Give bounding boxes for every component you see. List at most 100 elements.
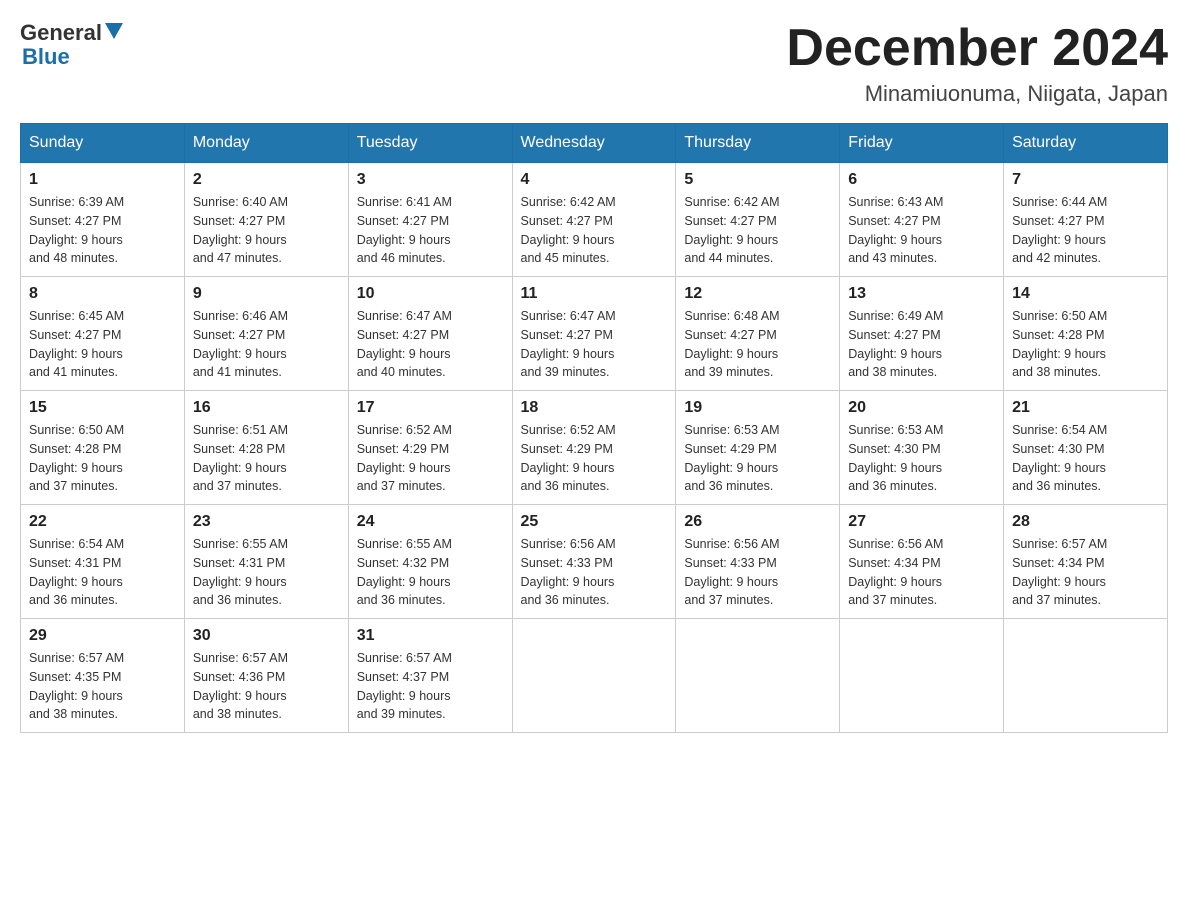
day-info: Sunrise: 6:52 AMSunset: 4:29 PMDaylight:…: [357, 421, 504, 496]
calendar-cell: 30Sunrise: 6:57 AMSunset: 4:36 PMDayligh…: [184, 619, 348, 733]
col-thursday: Thursday: [676, 124, 840, 163]
day-info: Sunrise: 6:43 AMSunset: 4:27 PMDaylight:…: [848, 193, 995, 268]
month-title: December 2024: [786, 20, 1168, 77]
day-info: Sunrise: 6:50 AMSunset: 4:28 PMDaylight:…: [29, 421, 176, 496]
page-header: General Blue December 2024 Minamiuonuma,…: [20, 20, 1168, 107]
calendar-cell: 5 Sunrise: 6:42 AMSunset: 4:27 PMDaylight…: [676, 163, 840, 277]
col-monday: Monday: [184, 124, 348, 163]
day-info: Sunrise: 6:42 AMSunset: 4:27 PMDaylight:…: [521, 193, 668, 268]
day-number: 8: [29, 285, 176, 303]
day-info: Sunrise: 6:44 AMSunset: 4:27 PMDaylight:…: [1012, 193, 1159, 268]
calendar-cell: [840, 619, 1004, 733]
col-friday: Friday: [840, 124, 1004, 163]
day-info: Sunrise: 6:53 AMSunset: 4:30 PMDaylight:…: [848, 421, 995, 496]
day-number: 31: [357, 627, 504, 645]
day-number: 23: [193, 513, 340, 531]
day-info: Sunrise: 6:42 AMSunset: 4:27 PMDaylight:…: [684, 193, 831, 268]
col-wednesday: Wednesday: [512, 124, 676, 163]
calendar-cell: 6Sunrise: 6:43 AMSunset: 4:27 PMDaylight…: [840, 163, 1004, 277]
calendar-cell: 8Sunrise: 6:45 AMSunset: 4:27 PMDaylight…: [21, 277, 185, 391]
calendar-cell: 26 Sunrise: 6:56 AMSunset: 4:33 PMDayligh…: [676, 505, 840, 619]
day-info: Sunrise: 6:49 AMSunset: 4:27 PMDaylight:…: [848, 307, 995, 382]
calendar-cell: 9 Sunrise: 6:46 AMSunset: 4:27 PMDaylight…: [184, 277, 348, 391]
day-info: Sunrise: 6:47 AMSunset: 4:27 PMDaylight:…: [357, 307, 504, 382]
day-info: Sunrise: 6:57 AMSunset: 4:36 PMDaylight:…: [193, 649, 340, 724]
calendar-cell: 21 Sunrise: 6:54 AMSunset: 4:30 PMDayligh…: [1004, 391, 1168, 505]
day-number: 1: [29, 171, 176, 189]
day-number: 7: [1012, 171, 1159, 189]
day-number: 28: [1012, 513, 1159, 531]
day-number: 27: [848, 513, 995, 531]
day-number: 19: [684, 399, 831, 417]
day-number: 29: [29, 627, 176, 645]
day-number: 14: [1012, 285, 1159, 303]
day-number: 4: [521, 171, 668, 189]
calendar-cell: 24 Sunrise: 6:55 AMSunset: 4:32 PMDayligh…: [348, 505, 512, 619]
day-info: Sunrise: 6:56 AMSunset: 4:33 PMDaylight:…: [521, 535, 668, 610]
day-info: Sunrise: 6:41 AMSunset: 4:27 PMDaylight:…: [357, 193, 504, 268]
logo: General Blue: [20, 20, 123, 70]
calendar-week-row: 29 Sunrise: 6:57 AMSunset: 4:35 PMDayligh…: [21, 619, 1168, 733]
day-info: Sunrise: 6:53 AMSunset: 4:29 PMDaylight:…: [684, 421, 831, 496]
day-number: 25: [521, 513, 668, 531]
day-number: 12: [684, 285, 831, 303]
calendar-cell: 19 Sunrise: 6:53 AMSunset: 4:29 PMDayligh…: [676, 391, 840, 505]
col-sunday: Sunday: [21, 124, 185, 163]
title-block: December 2024 Minamiuonuma, Niigata, Jap…: [786, 20, 1168, 107]
day-number: 16: [193, 399, 340, 417]
calendar-cell: 4 Sunrise: 6:42 AMSunset: 4:27 PMDaylight…: [512, 163, 676, 277]
calendar-cell: 25 Sunrise: 6:56 AMSunset: 4:33 PMDayligh…: [512, 505, 676, 619]
day-info: Sunrise: 6:57 AMSunset: 4:34 PMDaylight:…: [1012, 535, 1159, 610]
calendar-cell: 31Sunrise: 6:57 AMSunset: 4:37 PMDayligh…: [348, 619, 512, 733]
day-info: Sunrise: 6:55 AMSunset: 4:32 PMDaylight:…: [357, 535, 504, 610]
calendar-cell: 13 Sunrise: 6:49 AMSunset: 4:27 PMDayligh…: [840, 277, 1004, 391]
day-number: 3: [357, 171, 504, 189]
day-info: Sunrise: 6:56 AMSunset: 4:34 PMDaylight:…: [848, 535, 995, 610]
day-info: Sunrise: 6:50 AMSunset: 4:28 PMDaylight:…: [1012, 307, 1159, 382]
day-number: 13: [848, 285, 995, 303]
day-number: 24: [357, 513, 504, 531]
calendar-cell: [676, 619, 840, 733]
calendar-cell: 20 Sunrise: 6:53 AMSunset: 4:30 PMDayligh…: [840, 391, 1004, 505]
day-number: 22: [29, 513, 176, 531]
day-info: Sunrise: 6:40 AMSunset: 4:27 PMDaylight:…: [193, 193, 340, 268]
day-info: Sunrise: 6:54 AMSunset: 4:30 PMDaylight:…: [1012, 421, 1159, 496]
calendar-cell: 15 Sunrise: 6:50 AMSunset: 4:28 PMDayligh…: [21, 391, 185, 505]
calendar-cell: 28 Sunrise: 6:57 AMSunset: 4:34 PMDayligh…: [1004, 505, 1168, 619]
calendar-cell: 7 Sunrise: 6:44 AMSunset: 4:27 PMDaylight…: [1004, 163, 1168, 277]
calendar-cell: 2Sunrise: 6:40 AMSunset: 4:27 PMDaylight…: [184, 163, 348, 277]
day-number: 5: [684, 171, 831, 189]
calendar-week-row: 15 Sunrise: 6:50 AMSunset: 4:28 PMDayligh…: [21, 391, 1168, 505]
day-number: 17: [357, 399, 504, 417]
calendar-cell: 29 Sunrise: 6:57 AMSunset: 4:35 PMDayligh…: [21, 619, 185, 733]
calendar-cell: 27 Sunrise: 6:56 AMSunset: 4:34 PMDayligh…: [840, 505, 1004, 619]
day-info: Sunrise: 6:57 AMSunset: 4:35 PMDaylight:…: [29, 649, 176, 724]
calendar-cell: [512, 619, 676, 733]
day-number: 26: [684, 513, 831, 531]
calendar-cell: 10 Sunrise: 6:47 AMSunset: 4:27 PMDayligh…: [348, 277, 512, 391]
calendar-cell: 3 Sunrise: 6:41 AMSunset: 4:27 PMDaylight…: [348, 163, 512, 277]
calendar-week-row: 22 Sunrise: 6:54 AMSunset: 4:31 PMDayligh…: [21, 505, 1168, 619]
day-info: Sunrise: 6:46 AMSunset: 4:27 PMDaylight:…: [193, 307, 340, 382]
col-saturday: Saturday: [1004, 124, 1168, 163]
day-info: Sunrise: 6:47 AMSunset: 4:27 PMDaylight:…: [521, 307, 668, 382]
day-number: 10: [357, 285, 504, 303]
day-number: 20: [848, 399, 995, 417]
calendar-week-row: 1Sunrise: 6:39 AMSunset: 4:27 PMDaylight…: [21, 163, 1168, 277]
day-info: Sunrise: 6:54 AMSunset: 4:31 PMDaylight:…: [29, 535, 176, 610]
calendar-week-row: 8Sunrise: 6:45 AMSunset: 4:27 PMDaylight…: [21, 277, 1168, 391]
logo-blue-text: Blue: [22, 44, 123, 70]
col-tuesday: Tuesday: [348, 124, 512, 163]
calendar-header-row: Sunday Monday Tuesday Wednesday Thursday…: [21, 124, 1168, 163]
calendar-cell: [1004, 619, 1168, 733]
day-number: 21: [1012, 399, 1159, 417]
day-number: 15: [29, 399, 176, 417]
calendar-cell: 23Sunrise: 6:55 AMSunset: 4:31 PMDayligh…: [184, 505, 348, 619]
calendar-cell: 17 Sunrise: 6:52 AMSunset: 4:29 PMDayligh…: [348, 391, 512, 505]
day-number: 9: [193, 285, 340, 303]
calendar-cell: 14 Sunrise: 6:50 AMSunset: 4:28 PMDayligh…: [1004, 277, 1168, 391]
day-info: Sunrise: 6:56 AMSunset: 4:33 PMDaylight:…: [684, 535, 831, 610]
calendar-cell: 1Sunrise: 6:39 AMSunset: 4:27 PMDaylight…: [21, 163, 185, 277]
location-subtitle: Minamiuonuma, Niigata, Japan: [786, 81, 1168, 107]
day-info: Sunrise: 6:51 AMSunset: 4:28 PMDaylight:…: [193, 421, 340, 496]
